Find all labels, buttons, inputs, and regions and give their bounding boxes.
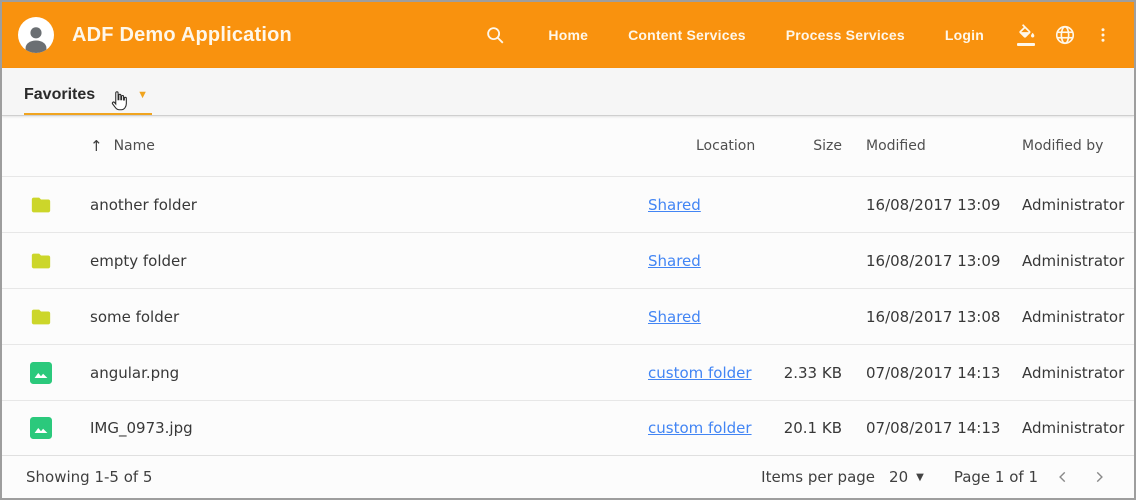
column-header-modified-by[interactable]: Modified by — [1022, 138, 1110, 154]
items-per-page-value: 20 — [889, 468, 908, 486]
location-link[interactable]: custom folder — [648, 419, 752, 437]
name-cell[interactable]: empty folder — [82, 252, 648, 270]
modified-by-cell: Administrator — [1022, 308, 1124, 326]
name-cell[interactable]: another folder — [82, 196, 648, 214]
table-row[interactable]: IMG_0973.jpg custom folder 20.1 KB 07/08… — [2, 400, 1134, 456]
triangle-down-icon: ▼ — [916, 472, 924, 483]
table-body: another folder Shared 16/08/2017 13:09 A… — [2, 176, 1134, 456]
pager-controls: Items per page 20 ▼ Page 1 of 1 — [761, 466, 1110, 488]
modified-by-cell: Administrator — [1022, 419, 1124, 437]
favorites-dropdown[interactable]: Favorites ▼ — [24, 76, 152, 115]
avatar[interactable] — [18, 17, 54, 53]
header-nav: Home Content Services Process Services L… — [528, 19, 1012, 51]
location-cell: custom folder — [648, 364, 772, 382]
sort-ascending-icon: ↑ — [90, 137, 103, 155]
app-header: ADF Demo Application Home Content Servic… — [2, 2, 1134, 68]
nav-item-process-services[interactable]: Process Services — [786, 19, 905, 51]
modified-by-cell: Administrator — [1022, 364, 1124, 382]
header-icon-group — [1012, 20, 1116, 50]
items-per-page-select[interactable]: 20 ▼ — [889, 468, 924, 486]
table-header-row: ↑ Name Location Size Modified Modified b… — [2, 116, 1134, 176]
location-link[interactable]: Shared — [648, 196, 701, 214]
app-title: ADF Demo Application — [72, 24, 292, 47]
theme-color-bar — [1017, 43, 1035, 46]
location-link[interactable]: custom folder — [648, 364, 752, 382]
nav-item-content-services[interactable]: Content Services — [628, 19, 746, 51]
size-cell: 20.1 KB — [772, 419, 846, 437]
modified-cell: 07/08/2017 14:13 — [846, 419, 1022, 437]
modified-by-cell: Administrator — [1022, 252, 1124, 270]
page-indicator: Page 1 of 1 — [954, 468, 1038, 486]
name-cell[interactable]: angular.png — [82, 364, 648, 382]
globe-icon[interactable] — [1050, 20, 1080, 50]
column-header-location[interactable]: Location — [648, 138, 772, 154]
location-link[interactable]: Shared — [648, 308, 701, 326]
search-icon[interactable] — [480, 20, 510, 50]
file-type-icon-cell — [26, 306, 82, 328]
modified-by-cell: Administrator — [1022, 196, 1124, 214]
favorites-label: Favorites — [24, 86, 95, 104]
chevron-down-icon: ▼ — [137, 90, 148, 101]
view-selector-bar: Favorites ▼ — [2, 68, 1134, 116]
column-header-name[interactable]: ↑ Name — [82, 137, 648, 155]
location-cell: Shared — [648, 308, 772, 326]
location-link[interactable]: Shared — [648, 252, 701, 270]
size-cell: 2.33 KB — [772, 364, 846, 382]
nav-item-home[interactable]: Home — [548, 19, 588, 51]
paint-bucket-icon[interactable] — [1012, 20, 1040, 50]
image-file-icon — [30, 362, 52, 384]
file-type-icon-cell — [26, 362, 82, 384]
folder-icon — [30, 306, 52, 328]
folder-icon — [30, 250, 52, 272]
name-cell[interactable]: some folder — [82, 308, 648, 326]
file-type-icon-cell — [26, 194, 82, 216]
image-file-icon — [30, 417, 52, 439]
table-row[interactable]: empty folder Shared 16/08/2017 13:09 Adm… — [2, 232, 1134, 288]
pagination-footer: Showing 1-5 of 5 Items per page 20 ▼ Pag… — [2, 456, 1134, 498]
showing-count: Showing 1-5 of 5 — [26, 468, 152, 486]
location-cell: Shared — [648, 252, 772, 270]
documents-table: ↑ Name Location Size Modified Modified b… — [2, 116, 1134, 456]
person-icon — [19, 21, 53, 53]
file-type-icon-cell — [26, 250, 82, 272]
next-page-button[interactable] — [1088, 466, 1110, 488]
modified-cell: 16/08/2017 13:09 — [846, 196, 1022, 214]
modified-cell: 16/08/2017 13:09 — [846, 252, 1022, 270]
kebab-menu-icon[interactable] — [1090, 21, 1116, 49]
name-cell[interactable]: IMG_0973.jpg — [82, 419, 648, 437]
table-row[interactable]: some folder Shared 16/08/2017 13:08 Admi… — [2, 288, 1134, 344]
nav-item-login[interactable]: Login — [945, 19, 984, 51]
modified-cell: 16/08/2017 13:08 — [846, 308, 1022, 326]
location-cell: custom folder — [648, 419, 772, 437]
folder-icon — [30, 194, 52, 216]
previous-page-button[interactable] — [1052, 466, 1074, 488]
items-per-page-label: Items per page — [761, 468, 875, 486]
table-row[interactable]: another folder Shared 16/08/2017 13:09 A… — [2, 176, 1134, 232]
column-header-modified[interactable]: Modified — [846, 138, 1022, 154]
location-cell: Shared — [648, 196, 772, 214]
modified-cell: 07/08/2017 14:13 — [846, 364, 1022, 382]
column-header-size[interactable]: Size — [772, 138, 846, 154]
adf-demo-app-window: ADF Demo Application Home Content Servic… — [0, 0, 1136, 500]
table-row[interactable]: angular.png custom folder 2.33 KB 07/08/… — [2, 344, 1134, 400]
file-type-icon-cell — [26, 417, 82, 439]
